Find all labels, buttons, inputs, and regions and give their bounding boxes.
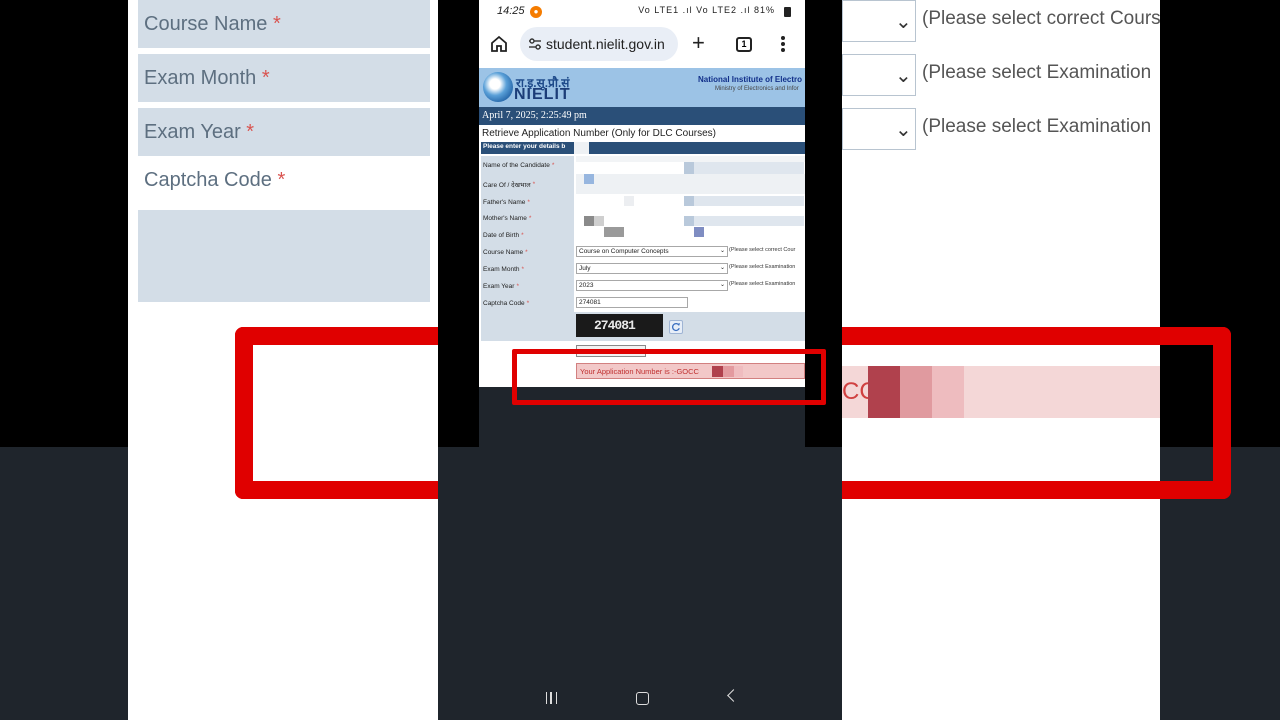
bg-label-month: Exam Month * [138, 54, 430, 102]
course-hint: (Please select correct Cour [729, 247, 796, 253]
label-captcha-code: Captcha Code * [481, 295, 574, 312]
label-father-name: Father's Name * [481, 194, 574, 210]
row-father-name: Father's Name * [481, 194, 805, 210]
url-text: student.nielit.gov.in [546, 36, 665, 52]
android-nav-bar [479, 680, 805, 720]
bg-month-hint: (Please select Examination [922, 62, 1152, 83]
home-icon[interactable] [489, 34, 509, 54]
bg-captcha-row [138, 210, 430, 302]
captcha-image: 274081 [576, 314, 663, 337]
video-frame: Course Name * Exam Month * Exam Year * C… [0, 0, 1280, 720]
form-heading: Please enter your details b [481, 142, 805, 154]
site-settings-icon[interactable] [528, 37, 542, 51]
battery-percent: 81% [753, 5, 775, 15]
bg-label-year: Exam Year * [138, 108, 430, 156]
value-candidate-name-redacted [576, 156, 805, 174]
bg-month-select: ⌄ [842, 54, 916, 96]
institute-subtitle: Ministry of Electronics and Infor [715, 86, 799, 92]
bg-course-select: ⌄ [842, 0, 916, 42]
logo-name: NIELIT [514, 86, 571, 103]
date-bar: April 7, 2025; 2:25:49 pm [479, 107, 805, 125]
row-captcha-image: 274081 [481, 312, 805, 341]
value-father-name-redacted [576, 194, 805, 210]
bg-highlight-left [235, 327, 438, 499]
chevron-down-icon: ⌄ [719, 282, 725, 288]
recents-icon[interactable] [546, 692, 557, 704]
captcha-input[interactable]: 274081 [576, 297, 688, 308]
row-care-of: Care Of / देखभाल * [481, 174, 805, 194]
chevron-down-icon: ⌄ [719, 265, 725, 271]
signal-icons: Vo LTE1 .ıl Vo LTE2 .ıl 81% [638, 5, 775, 15]
refresh-captcha-icon[interactable] [669, 320, 683, 334]
bg-highlight-right [842, 327, 1231, 499]
bg-year-hint: (Please select Examination [922, 116, 1152, 137]
label-date-of-birth: Date of Birth * [481, 227, 574, 244]
value-care-of-redacted [576, 174, 805, 194]
row-captcha-code: Captcha Code * 274081 [481, 295, 805, 312]
exam-month-select[interactable]: July ⌄ [576, 263, 728, 274]
label-exam-month: Exam Month * [481, 261, 574, 278]
battery-icon [784, 7, 791, 17]
signal-text: Vo LTE1 .ıl Vo LTE2 .ıl [638, 5, 751, 15]
label-mother-name: Mother's Name * [481, 210, 574, 227]
bg-year-select: ⌄ [842, 108, 916, 150]
nielit-logo-icon [483, 72, 513, 102]
row-mother-name: Mother's Name * [481, 210, 805, 227]
bg-label-course: Course Name * [138, 0, 430, 48]
bg-course-hint: (Please select correct Cours [922, 8, 1160, 29]
exam-month-hint: (Please select Examination [729, 264, 796, 270]
course-select[interactable]: Course on Computer Concepts ⌄ [576, 246, 728, 257]
address-bar[interactable]: student.nielit.gov.in [520, 27, 678, 61]
page-title: Retrieve Application Number (Only for DL… [482, 128, 716, 139]
exam-year-hint: (Please select Examination [729, 281, 796, 287]
label-course-name: Course Name * [481, 244, 574, 261]
row-date-of-birth: Date of Birth * [481, 227, 805, 244]
row-exam-month: Exam Month * July ⌄ (Please select Examina… [481, 261, 805, 278]
institute-name: National Institute of Electro [698, 75, 803, 84]
status-bar: 14:25 ● Vo LTE1 .ıl Vo LTE2 .ıl 81% [479, 0, 805, 24]
value-date-of-birth-redacted [576, 227, 805, 244]
exam-year-select[interactable]: 2023 ⌄ [576, 280, 728, 291]
status-time: 14:25 [497, 5, 525, 17]
row-course-name: Course Name * Course on Computer Concepts… [481, 244, 805, 261]
tab-switcher-icon[interactable]: 1 [736, 37, 752, 52]
row-candidate-name: Name of the Candidate * [481, 156, 805, 174]
new-tab-icon[interactable]: + [692, 32, 705, 54]
site-header: रा.इ.सू.प्रौ.सं NIELIT National Institut… [479, 68, 805, 107]
page-blank-area [479, 387, 805, 720]
value-mother-name-redacted [576, 210, 805, 227]
row-exam-year: Exam Year * 2023 ⌄ (Please select Examinat… [481, 278, 805, 295]
label-candidate-name: Name of the Candidate * [481, 156, 574, 174]
label-exam-year: Exam Year * [481, 278, 574, 295]
nav-home-icon[interactable] [636, 692, 649, 705]
kebab-menu-icon[interactable] [781, 36, 785, 52]
result-highlight-box [512, 349, 826, 405]
back-icon[interactable] [727, 689, 740, 702]
chevron-down-icon: ⌄ [719, 248, 725, 254]
bg-label-captcha: Captcha Code * [138, 156, 430, 204]
recording-icon: ● [530, 6, 542, 18]
label-care-of: Care Of / देखभाल * [481, 174, 574, 194]
browser-toolbar: student.nielit.gov.in + 1 [479, 24, 805, 66]
